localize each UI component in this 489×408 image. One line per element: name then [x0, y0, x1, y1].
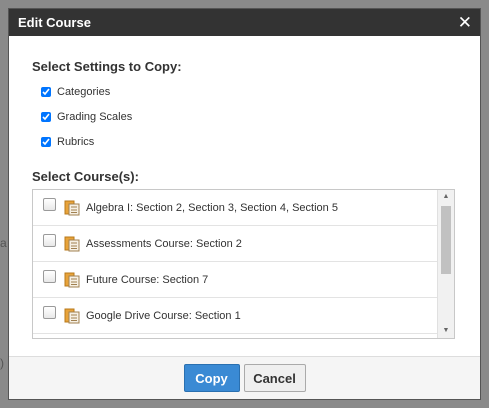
list-item[interactable]: Google Drive Course: Section 1	[33, 298, 437, 334]
setting-grading-scales[interactable]: Grading Scales	[37, 109, 132, 125]
edit-course-dialog: Edit Course ✕ Select Settings to Copy: C…	[8, 8, 481, 400]
course-checkbox[interactable]	[43, 234, 56, 247]
course-list[interactable]: Algebra I: Section 2, Section 3, Section…	[32, 189, 455, 339]
course-label: Google Drive Course: Section 1	[86, 309, 241, 322]
setting-label: Rubrics	[57, 136, 95, 148]
course-icon	[64, 308, 80, 324]
cancel-button[interactable]: Cancel	[243, 364, 306, 392]
dialog-titlebar: Edit Course ✕	[9, 9, 480, 36]
background-fragment: a	[0, 236, 7, 250]
course-icon	[64, 236, 80, 252]
dialog-title: Edit Course	[18, 15, 91, 30]
scroll-up-icon[interactable]: ▲	[438, 190, 454, 204]
course-icon	[64, 200, 80, 216]
setting-rubrics[interactable]: Rubrics	[37, 134, 94, 150]
background-fragment: )	[0, 356, 4, 370]
dialog-footer: Copy Cancel	[9, 356, 480, 399]
course-label: Future Course: Section 7	[86, 273, 209, 286]
close-icon[interactable]: ✕	[458, 14, 472, 31]
list-item[interactable]: Future Course: Section 7	[33, 262, 437, 298]
course-icon	[64, 272, 80, 288]
courses-heading: Select Course(s):	[32, 169, 139, 184]
categories-checkbox[interactable]	[41, 87, 51, 97]
rubrics-checkbox[interactable]	[41, 137, 51, 147]
course-checkbox[interactable]	[43, 198, 56, 211]
course-checkbox[interactable]	[43, 270, 56, 283]
setting-categories[interactable]: Categories	[37, 84, 110, 100]
grading-scales-checkbox[interactable]	[41, 112, 51, 122]
course-label: Assessments Course: Section 2	[86, 237, 242, 250]
scroll-thumb[interactable]	[441, 206, 451, 274]
course-checkbox[interactable]	[43, 306, 56, 319]
setting-label: Grading Scales	[57, 111, 133, 123]
copy-button[interactable]: Copy	[183, 364, 240, 392]
scroll-down-icon[interactable]: ▼	[438, 324, 454, 338]
list-item[interactable]: Assessments Course: Section 2	[33, 226, 437, 262]
settings-heading: Select Settings to Copy:	[32, 59, 182, 74]
setting-label: Categories	[57, 86, 111, 98]
list-scrollbar[interactable]: ▲ ▼	[437, 190, 454, 338]
course-label: Algebra I: Section 2, Section 3, Section…	[86, 201, 338, 214]
list-item[interactable]: Algebra I: Section 2, Section 3, Section…	[33, 190, 437, 226]
